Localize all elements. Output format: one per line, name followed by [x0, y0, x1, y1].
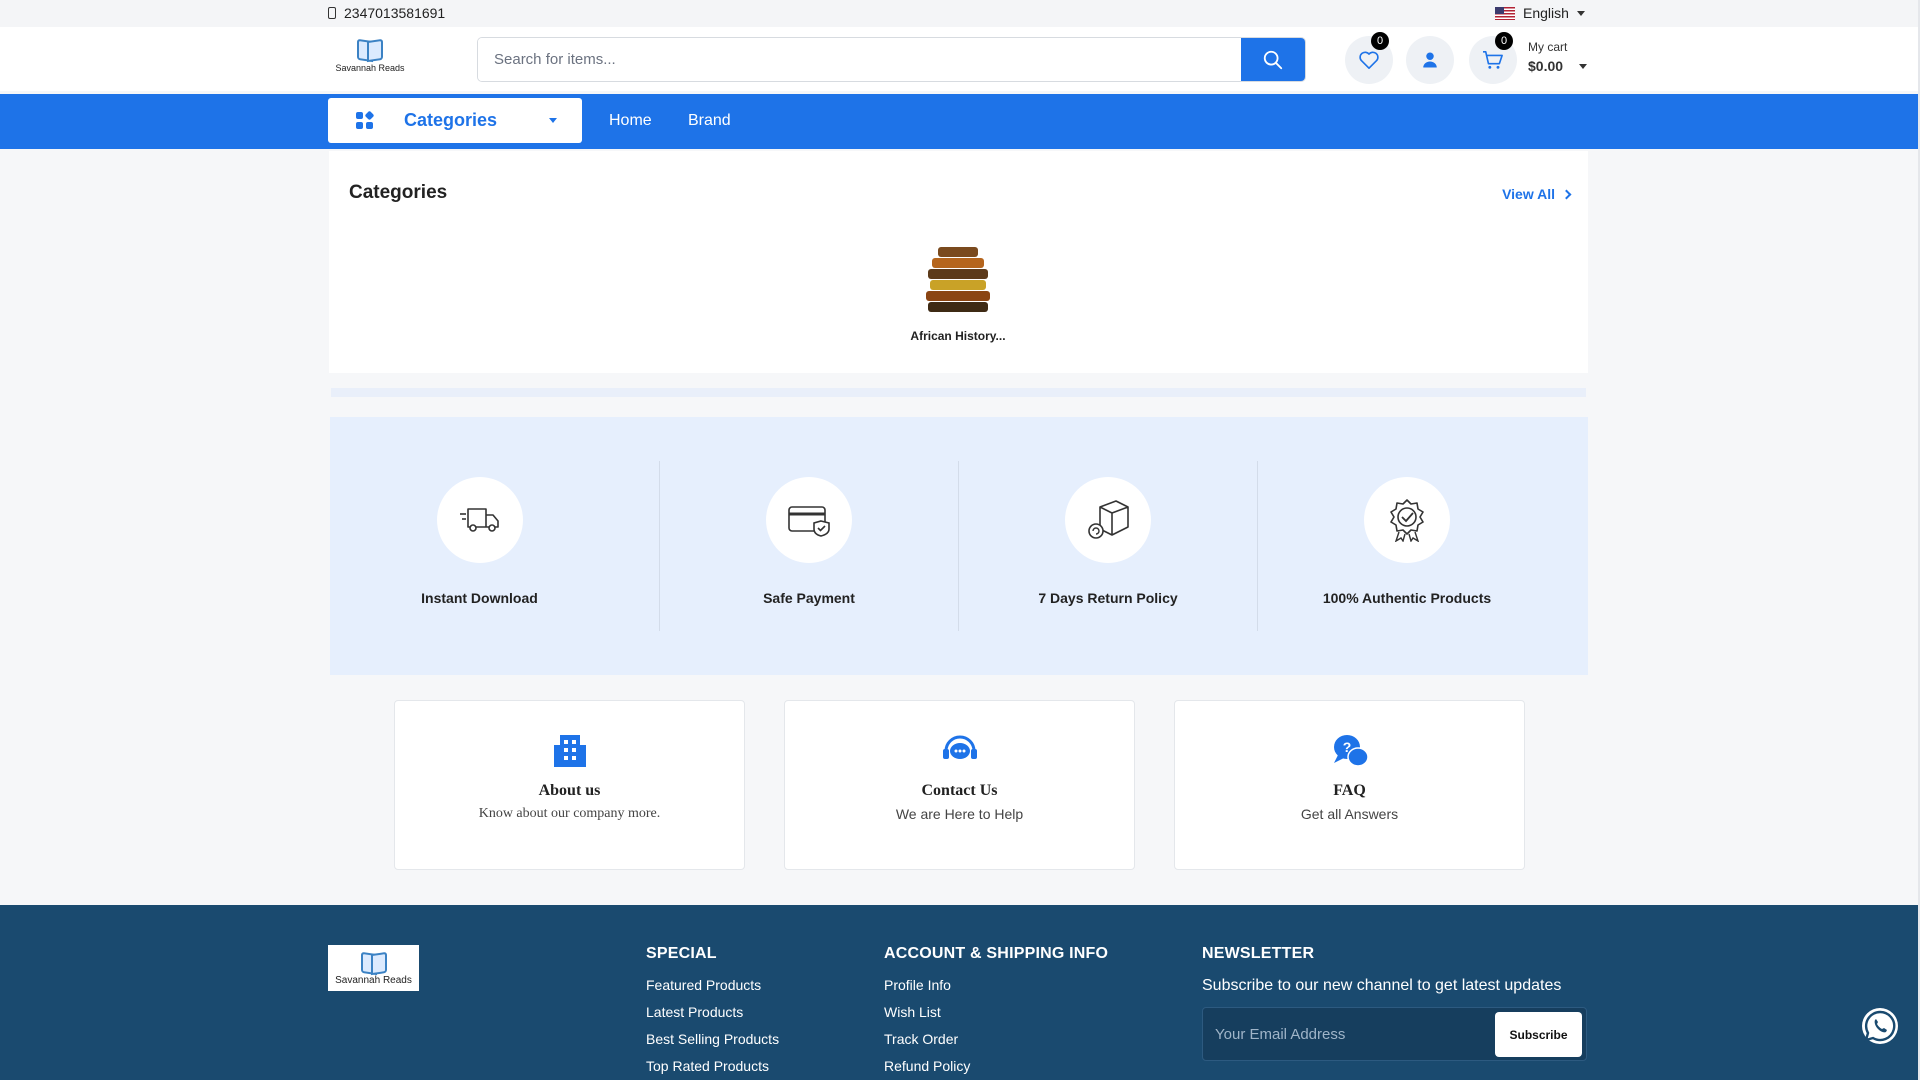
cart-total: $0.00	[1528, 58, 1564, 74]
search-icon	[1263, 50, 1283, 69]
search-input[interactable]	[478, 38, 1238, 81]
view-all-label: View All	[1502, 186, 1555, 202]
book-logo-icon	[360, 951, 388, 973]
section-title: Categories	[349, 182, 448, 203]
categories-dropdown[interactable]: Categories	[328, 98, 582, 143]
footer-logo[interactable]: Savannah Reads	[328, 945, 419, 991]
view-all-link[interactable]: View All	[1502, 186, 1572, 202]
footer-column-title: NEWSLETTER	[1202, 945, 1315, 962]
feature-label: Instant Download	[421, 590, 538, 606]
headset-chat-icon	[942, 735, 977, 759]
newsletter-description: Subscribe to our new channel to get late…	[1202, 977, 1562, 994]
top-bar: 2347013581691 English	[0, 0, 1918, 27]
footer-link-top-rated[interactable]: Top Rated Products	[646, 1058, 779, 1074]
footer-link-wishlist[interactable]: Wish List	[884, 1004, 1108, 1020]
feature-label: Safe Payment	[763, 590, 855, 606]
card-subtitle: Get all Answers	[1300, 806, 1399, 822]
feature-safe-payment: Safe Payment	[659, 461, 958, 631]
chevron-right-icon	[1561, 189, 1572, 199]
nav-brand-link[interactable]: Brand	[688, 112, 731, 130]
cart-button[interactable]: 0	[1469, 32, 1517, 84]
logo-text: Savannah Reads	[335, 63, 405, 73]
truck-icon	[459, 508, 499, 532]
svg-text:?: ?	[1342, 739, 1351, 755]
heart-icon	[1359, 51, 1379, 69]
footer-link-refund[interactable]: Refund Policy	[884, 1058, 1108, 1074]
user-icon	[1423, 52, 1437, 68]
grid-icon	[356, 110, 375, 130]
building-icon	[553, 735, 586, 767]
footer-link-best-selling[interactable]: Best Selling Products	[646, 1031, 779, 1047]
categories-section: Categories View All African History...	[329, 151, 1588, 373]
chevron-down-icon	[1579, 63, 1588, 69]
card-subtitle: We are Here to Help	[895, 806, 1024, 822]
card-title: About us	[538, 782, 601, 799]
account-button[interactable]	[1406, 36, 1454, 84]
feature-instant-download: Instant Download	[330, 461, 629, 631]
feature-return-policy: 7 Days Return Policy	[958, 461, 1257, 631]
site-header: Savannah Reads 0 0 My cart $	[0, 27, 1918, 91]
footer-column-title: SPECIAL	[646, 945, 717, 962]
chevron-down-icon	[1576, 10, 1585, 16]
feature-label: 100% Authentic Products	[1322, 590, 1492, 606]
footer-account-column: ACCOUNT & SHIPPING INFO Profile Info Wis…	[884, 945, 1108, 1080]
badge-check-icon	[1390, 499, 1424, 542]
wishlist-button[interactable]: 0	[1345, 32, 1393, 84]
language-label: English	[1523, 5, 1569, 21]
footer-link-latest[interactable]: Latest Products	[646, 1004, 779, 1020]
main-nav: Categories Home Brand	[0, 94, 1918, 149]
cart-summary[interactable]: My cart $0.00	[1528, 40, 1588, 74]
cart-icon	[1483, 51, 1503, 69]
cart-label: My cart	[1528, 40, 1568, 54]
phone-number: 2347013581691	[344, 5, 446, 21]
about-us-card[interactable]: About us Know about our company more.	[394, 700, 745, 870]
search-bar	[477, 37, 1306, 82]
site-footer: Savannah Reads SPECIAL Featured Products…	[0, 905, 1918, 1080]
categories-label: Categories	[404, 110, 498, 130]
whatsapp-chat-button[interactable]	[1862, 1008, 1898, 1044]
footer-logo-text: Savannah Reads	[335, 974, 412, 986]
contact-us-card[interactable]: Contact Us We are Here to Help	[784, 700, 1135, 870]
faq-card[interactable]: ? FAQ Get all Answers	[1174, 700, 1525, 870]
book-logo-icon	[356, 38, 384, 60]
footer-newsletter-column: NEWSLETTER Subscribe to our new channel …	[1202, 945, 1587, 1061]
features-strip: Instant Download Safe Payment 7 Days Ret…	[330, 417, 1588, 675]
category-name: African History...	[910, 329, 1006, 343]
chevron-down-icon	[549, 118, 557, 123]
card-subtitle: Know about our company more.	[478, 806, 661, 821]
section-divider	[331, 388, 1586, 397]
box-return-icon	[1088, 500, 1129, 539]
nav-home-link[interactable]: Home	[609, 112, 652, 130]
newsletter-email-input[interactable]	[1203, 1008, 1493, 1060]
book-stack-image	[923, 243, 993, 317]
subscribe-button[interactable]: Subscribe	[1495, 1012, 1582, 1057]
card-shield-icon	[788, 506, 830, 537]
us-flag-icon	[1495, 6, 1515, 20]
newsletter-form: Subscribe	[1202, 1007, 1587, 1061]
phone-icon	[328, 7, 336, 19]
feature-authentic-products: 100% Authentic Products	[1257, 461, 1556, 631]
feature-label: 7 Days Return Policy	[1038, 590, 1178, 606]
card-title: FAQ	[1333, 782, 1366, 799]
site-logo[interactable]: Savannah Reads	[334, 38, 406, 78]
footer-column-title: ACCOUNT & SHIPPING INFO	[884, 945, 1109, 962]
question-chat-icon: ?	[1333, 735, 1369, 767]
phone-contact[interactable]: 2347013581691	[328, 5, 445, 21]
footer-link-featured[interactable]: Featured Products	[646, 977, 779, 993]
footer-link-profile[interactable]: Profile Info	[884, 977, 1108, 993]
footer-special-column: SPECIAL Featured Products Latest Product…	[646, 945, 779, 1080]
footer-link-track-order[interactable]: Track Order	[884, 1031, 1108, 1047]
cart-count-badge: 0	[1495, 32, 1513, 50]
language-selector[interactable]: English	[1495, 5, 1585, 21]
category-card[interactable]: African History...	[893, 243, 1023, 343]
whatsapp-icon	[1864, 1010, 1896, 1042]
search-button[interactable]	[1241, 38, 1305, 81]
card-title: Contact Us	[921, 782, 998, 799]
wishlist-count-badge: 0	[1371, 32, 1389, 50]
